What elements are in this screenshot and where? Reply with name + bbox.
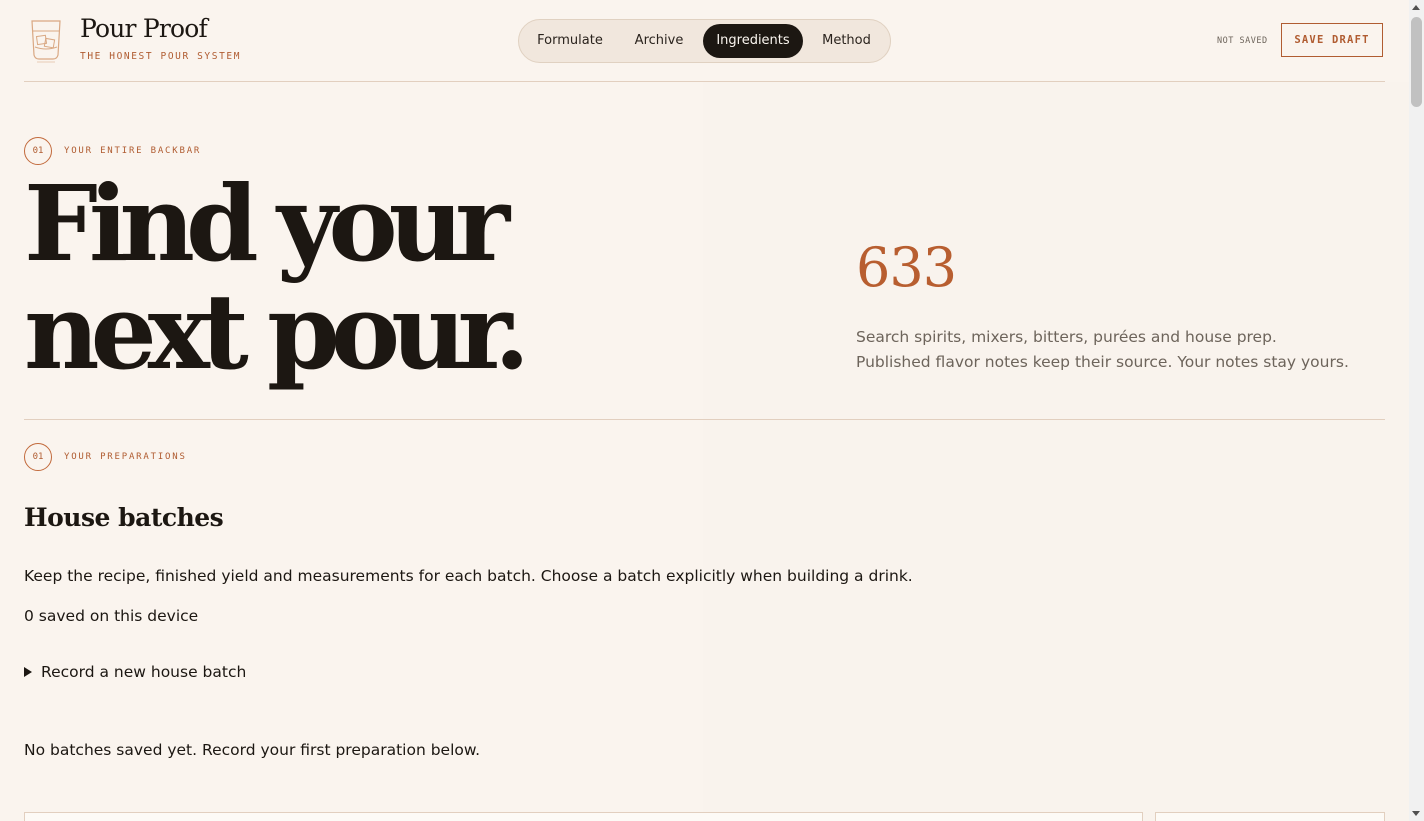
- saved-count: 0 saved on this device: [24, 607, 199, 625]
- hero-title-line-1: Find your: [24, 162, 510, 285]
- nav-tab-formulate[interactable]: Formulate: [524, 24, 616, 58]
- batch-side-panel[interactable]: [1155, 812, 1385, 821]
- section-label: YOUR PREPARATIONS: [64, 452, 187, 462]
- page: Pour Proof THE HONEST POUR SYSTEM Formul…: [0, 0, 1409, 821]
- nav-tab-archive[interactable]: Archive: [620, 24, 698, 58]
- scroll-down-icon[interactable]: [1412, 811, 1420, 816]
- section-number-badge: 01: [24, 137, 52, 165]
- scrollbar[interactable]: [1409, 0, 1424, 821]
- right-panel-background: [703, 82, 1409, 821]
- rocks-glass-icon[interactable]: [28, 17, 64, 63]
- empty-state-message: No batches saved yet. Record your first …: [24, 741, 481, 759]
- save-status: NOT SAVED: [1217, 36, 1268, 46]
- main-nav: Formulate Archive Ingredients Method: [518, 19, 891, 63]
- save-draft-button[interactable]: SAVE DRAFT: [1281, 23, 1383, 57]
- batch-form-panel[interactable]: [24, 812, 1143, 821]
- scrollbar-thumb[interactable]: [1411, 17, 1422, 107]
- record-batch-toggle[interactable]: Record a new house batch: [24, 663, 246, 681]
- nav-tab-ingredients[interactable]: Ingredients: [703, 24, 803, 58]
- disclosure-triangle-icon: [24, 667, 32, 677]
- nav-tab-method[interactable]: Method: [808, 24, 885, 58]
- header-divider: [24, 81, 1385, 82]
- scroll-up-icon[interactable]: [1412, 5, 1420, 10]
- section-title: House batches: [24, 503, 224, 532]
- section-label: YOUR ENTIRE BACKBAR: [64, 146, 202, 156]
- ingredient-count: 633: [856, 236, 957, 299]
- hero-title: Find your next pour.: [24, 162, 530, 393]
- brand-name: Pour Proof: [80, 14, 208, 43]
- hero-title-line-2: next pour.: [24, 270, 530, 393]
- record-batch-label: Record a new house batch: [41, 663, 247, 681]
- section-number-badge: 01: [24, 443, 52, 471]
- brand-tagline: THE HONEST POUR SYSTEM: [80, 51, 242, 62]
- section-description: Keep the recipe, finished yield and meas…: [24, 567, 913, 585]
- ingredient-description: Search spirits, mixers, bitters, purées …: [856, 328, 1349, 371]
- section-divider: [24, 419, 1385, 420]
